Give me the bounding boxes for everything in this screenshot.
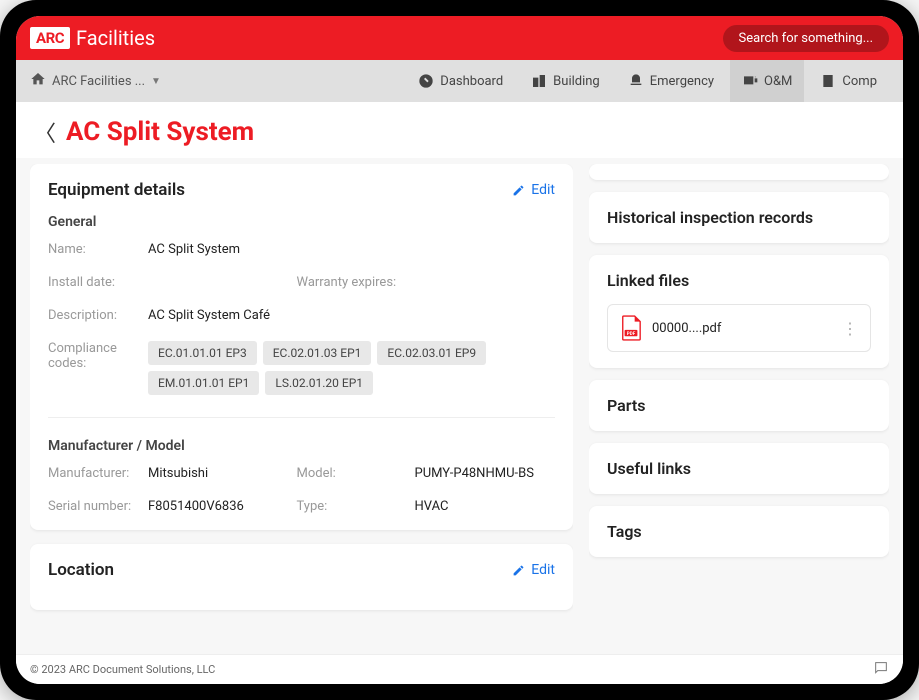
side-column: Historical inspection records Linked fil…	[589, 164, 889, 654]
equipment-details-title: Equipment details	[48, 180, 185, 200]
type-label: Type:	[297, 499, 407, 514]
top-bar: ARC Facilities Search for something...	[16, 16, 903, 60]
card-header: Equipment details Edit	[48, 180, 555, 200]
building-icon	[30, 71, 46, 91]
pdf-icon: PDF	[620, 315, 642, 341]
useful-links-card[interactable]: Useful links	[589, 443, 889, 494]
copyright: © 2023 ARC Document Solutions, LLC	[30, 663, 215, 676]
pencil-icon	[512, 184, 525, 197]
nav-compliance-label: Comp	[842, 74, 877, 89]
building-nav-icon	[531, 73, 547, 89]
manufacturer-value: Mitsubishi	[148, 466, 289, 481]
nav-building[interactable]: Building	[519, 60, 612, 102]
app-screen: ARC Facilities Search for something... A…	[16, 16, 903, 684]
compliance-label: Compliance codes:	[48, 341, 140, 371]
compliance-code-chip: EC.01.01.01 EP3	[148, 341, 257, 365]
description-label: Description:	[48, 308, 140, 323]
historical-inspection-card[interactable]: Historical inspection records	[589, 192, 889, 243]
stub-card	[589, 164, 889, 180]
parts-card[interactable]: Parts	[589, 380, 889, 431]
general-section-label: General	[48, 214, 555, 230]
nav-building-label: Building	[553, 74, 600, 89]
compliance-codes: EC.01.01.01 EP3EC.02.01.03 EP1EC.02.03.0…	[148, 341, 555, 395]
location-title: Location	[48, 560, 114, 580]
om-icon	[742, 73, 758, 89]
nav-bar: ARC Facilities ... ▼ Dashboard Building …	[16, 60, 903, 102]
emergency-icon	[628, 73, 644, 89]
manufacturer-fields: Manufacturer: Mitsubishi Model: PUMY-P48…	[48, 466, 555, 514]
nav-om[interactable]: O&M	[730, 60, 804, 102]
back-button[interactable]: 〈	[34, 116, 56, 148]
content: Equipment details Edit General Name: AC …	[16, 158, 903, 654]
historical-inspection-title: Historical inspection records	[607, 208, 871, 227]
manufacturer-section-label: Manufacturer / Model	[48, 417, 555, 454]
file-item[interactable]: PDF 00000....pdf ⋮	[607, 304, 871, 352]
parts-title: Parts	[607, 396, 871, 415]
tags-card[interactable]: Tags	[589, 506, 889, 557]
compliance-icon	[820, 73, 836, 89]
edit-location-label: Edit	[531, 562, 555, 578]
tags-title: Tags	[607, 522, 871, 541]
compliance-code-chip: EM.01.01.01 EP1	[148, 371, 259, 395]
general-fields: Name: AC Split System	[48, 242, 555, 257]
file-menu-button[interactable]: ⋮	[842, 319, 858, 338]
equipment-details-card: Equipment details Edit General Name: AC …	[30, 164, 573, 530]
nav-dashboard[interactable]: Dashboard	[406, 60, 515, 102]
nav-dashboard-label: Dashboard	[440, 74, 503, 89]
breadcrumb-label: ARC Facilities ...	[52, 74, 145, 89]
name-value: AC Split System	[148, 242, 555, 257]
install-value	[148, 275, 289, 290]
dashboard-icon	[418, 73, 434, 89]
compliance-code-chip: EC.02.01.03 EP1	[263, 341, 372, 365]
pencil-icon	[512, 564, 525, 577]
linked-files-card: Linked files PDF 00000....pdf ⋮	[589, 255, 889, 368]
name-label: Name:	[48, 242, 140, 257]
tablet-frame: ARC Facilities Search for something... A…	[0, 0, 919, 700]
location-header: Location Edit	[48, 560, 555, 580]
nav-compliance[interactable]: Comp	[808, 60, 889, 102]
model-value: PUMY-P48NHMU-BS	[415, 466, 556, 481]
serial-label: Serial number:	[48, 499, 140, 514]
model-label: Model:	[297, 466, 407, 481]
location-card: Location Edit	[30, 544, 573, 610]
svg-text:PDF: PDF	[627, 331, 636, 337]
file-name: 00000....pdf	[652, 321, 832, 336]
nav-om-label: O&M	[764, 74, 792, 89]
useful-links-title: Useful links	[607, 459, 871, 478]
logo-badge: ARC	[30, 27, 70, 49]
edit-label: Edit	[531, 182, 555, 198]
page-header: 〈 AC Split System	[16, 102, 903, 158]
install-label: Install date:	[48, 275, 140, 290]
chat-icon[interactable]	[873, 660, 889, 679]
manufacturer-label: Manufacturer:	[48, 466, 140, 481]
date-fields: Install date: Warranty expires:	[48, 275, 555, 290]
compliance-code-chip: EC.02.03.01 EP9	[377, 341, 486, 365]
edit-equipment-button[interactable]: Edit	[512, 182, 555, 198]
type-value: HVAC	[415, 499, 556, 514]
edit-location-button[interactable]: Edit	[512, 562, 555, 578]
main-column: Equipment details Edit General Name: AC …	[30, 164, 573, 654]
description-value: AC Split System Café	[148, 308, 555, 323]
logo-text: Facilities	[76, 26, 155, 50]
caret-down-icon: ▼	[151, 76, 161, 87]
footer: © 2023 ARC Document Solutions, LLC	[16, 654, 903, 684]
page-title: AC Split System	[66, 117, 254, 147]
linked-files-title: Linked files	[607, 271, 871, 290]
search-input[interactable]: Search for something...	[723, 25, 889, 52]
logo[interactable]: ARC Facilities	[30, 26, 155, 50]
warranty-value	[415, 275, 556, 290]
nav-emergency-label: Emergency	[650, 74, 714, 89]
compliance-code-chip: LS.02.01.20 EP1	[265, 371, 373, 395]
nav-emergency[interactable]: Emergency	[616, 60, 726, 102]
serial-value: F8051400V6836	[148, 499, 289, 514]
desc-fields: Description: AC Split System Café Compli…	[48, 308, 555, 395]
warranty-label: Warranty expires:	[297, 275, 407, 290]
breadcrumb[interactable]: ARC Facilities ... ▼	[30, 71, 402, 91]
